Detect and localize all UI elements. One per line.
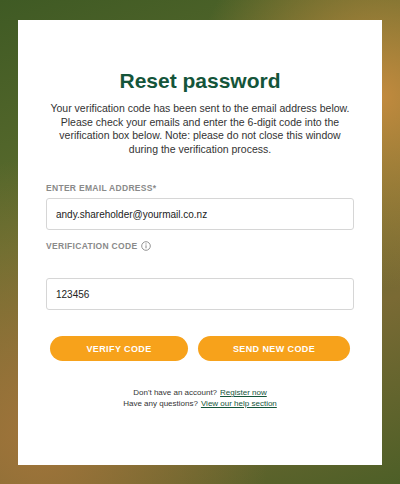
form-field: ENTER EMAIL ADDRESS*: [46, 182, 354, 230]
text-input[interactable]: [46, 278, 354, 310]
reset-card: Reset password Your verification code has…: [18, 20, 382, 465]
title: Reset password: [46, 68, 354, 94]
action-button[interactable]: VERIFY CODE: [50, 336, 188, 361]
field-label: VERIFICATION CODE: [46, 240, 354, 252]
footer-line: Don't have an account?Register now: [46, 387, 354, 398]
footer-link[interactable]: Register now: [220, 388, 267, 397]
page: Reset password Your verification code has…: [0, 0, 400, 484]
action-button[interactable]: SEND NEW CODE: [198, 336, 350, 361]
footer-line: Have any questions?View our help section: [46, 398, 354, 409]
text-input[interactable]: [46, 198, 354, 230]
form-field: VERIFICATION CODE: [46, 240, 354, 310]
description: Your verification code has been sent to …: [46, 102, 354, 156]
button-row: VERIFY CODE SEND NEW CODE: [46, 336, 354, 361]
footer-link[interactable]: View our help section: [201, 399, 277, 408]
field-label: ENTER EMAIL ADDRESS*: [46, 182, 354, 194]
info-icon[interactable]: [141, 241, 151, 251]
footer: Don't have an account?Register nowHave a…: [46, 387, 354, 409]
